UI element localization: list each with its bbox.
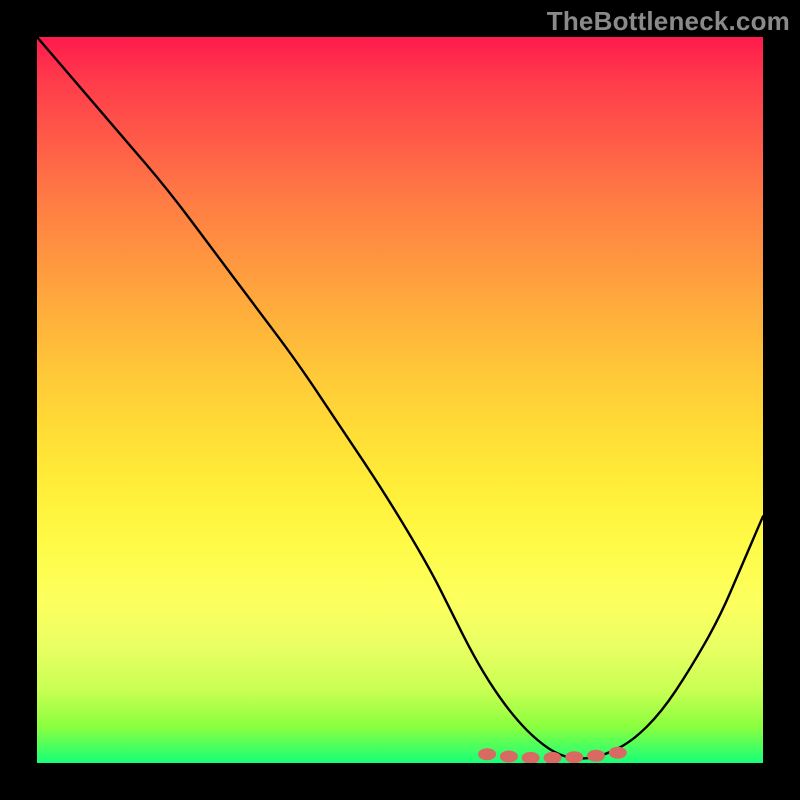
minimum-marker bbox=[565, 751, 583, 763]
minimum-marker bbox=[478, 748, 496, 760]
bottleneck-curve bbox=[37, 37, 763, 759]
minimum-markers bbox=[478, 747, 627, 763]
minimum-marker bbox=[587, 750, 605, 762]
minimum-marker bbox=[500, 751, 518, 763]
minimum-marker bbox=[522, 752, 540, 763]
curve-layer bbox=[37, 37, 763, 763]
plot-area bbox=[37, 37, 763, 763]
minimum-marker bbox=[609, 747, 627, 759]
watermark-text: TheBottleneck.com bbox=[547, 6, 790, 37]
chart-frame: TheBottleneck.com bbox=[0, 0, 800, 800]
